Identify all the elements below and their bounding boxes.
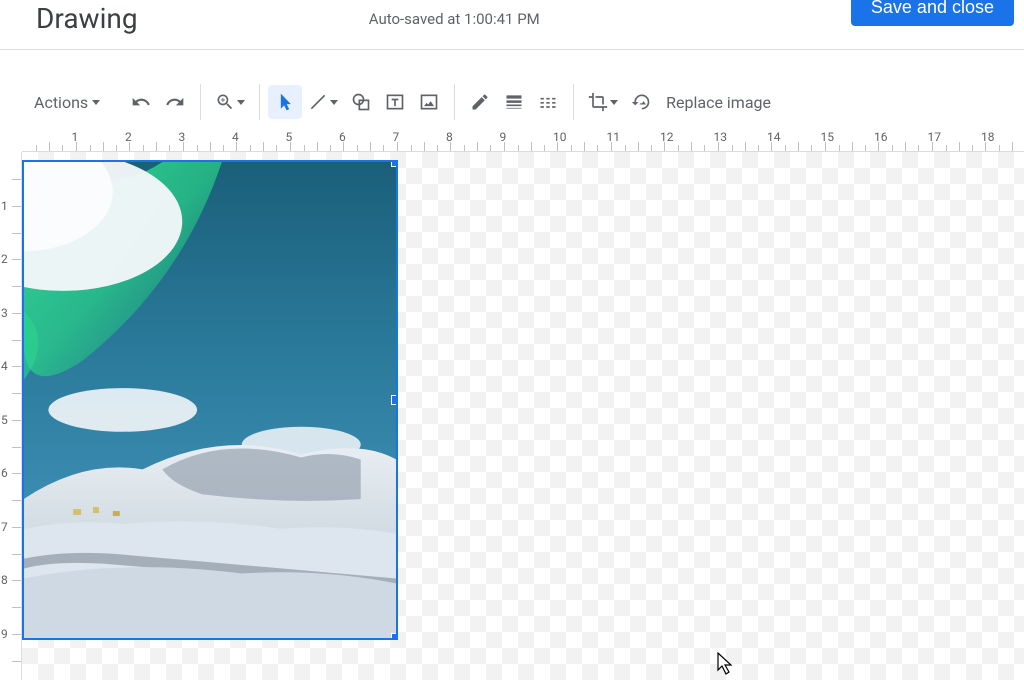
dropdown-caret-icon — [237, 100, 245, 105]
dropdown-caret-icon — [610, 100, 618, 105]
replace-image-button[interactable]: Replace image — [658, 93, 779, 112]
textbox-icon — [385, 92, 405, 112]
textbox-tool-button[interactable] — [378, 85, 412, 119]
pencil-icon — [470, 92, 490, 112]
dialog-header: Drawing Auto-saved at 1:00:41 PM Save an… — [0, 0, 1024, 50]
border-dash-button[interactable] — [531, 85, 565, 119]
actions-menu-button[interactable]: Actions — [10, 93, 108, 112]
crop-button[interactable] — [582, 85, 624, 119]
crop-icon — [588, 92, 608, 112]
toolbar: Actions — [0, 74, 1024, 130]
undo-button[interactable] — [124, 85, 158, 119]
workspace: 123456789101112131415161718 123456789 — [0, 130, 1024, 680]
image-content-icon — [24, 162, 396, 638]
redo-icon — [165, 92, 185, 112]
reset-image-icon — [631, 92, 651, 112]
dropdown-caret-icon — [92, 100, 100, 105]
dropdown-caret-icon — [330, 100, 338, 105]
border-weight-button[interactable] — [497, 85, 531, 119]
vertical-ruler[interactable]: 123456789 — [0, 152, 22, 680]
shape-tool-button[interactable] — [344, 85, 378, 119]
reset-image-button[interactable] — [624, 85, 658, 119]
border-color-button[interactable] — [463, 85, 497, 119]
image-tool-button[interactable] — [412, 85, 446, 119]
resize-handle-top-right[interactable] — [391, 160, 398, 167]
redo-button[interactable] — [158, 85, 192, 119]
actions-label: Actions — [34, 93, 88, 112]
selected-image[interactable] — [22, 160, 398, 640]
drawing-canvas[interactable] — [22, 152, 1024, 680]
line-icon — [308, 92, 328, 112]
autosave-status: Auto-saved at 1:00:41 PM — [58, 10, 851, 28]
resize-handle-bottom-right[interactable] — [391, 633, 398, 640]
save-and-close-button[interactable]: Save and close — [851, 0, 1014, 26]
resize-handle-right[interactable] — [391, 395, 398, 405]
line-dash-icon — [538, 92, 558, 112]
horizontal-ruler[interactable]: 123456789101112131415161718 — [22, 130, 1024, 152]
cursor-icon — [275, 92, 295, 112]
select-tool-button[interactable] — [268, 85, 302, 119]
undo-icon — [131, 92, 151, 112]
zoom-button[interactable] — [209, 85, 251, 119]
image-icon — [419, 92, 439, 112]
line-tool-button[interactable] — [302, 85, 344, 119]
shape-icon — [351, 92, 371, 112]
line-weight-icon — [504, 92, 524, 112]
zoom-in-icon — [215, 92, 235, 112]
